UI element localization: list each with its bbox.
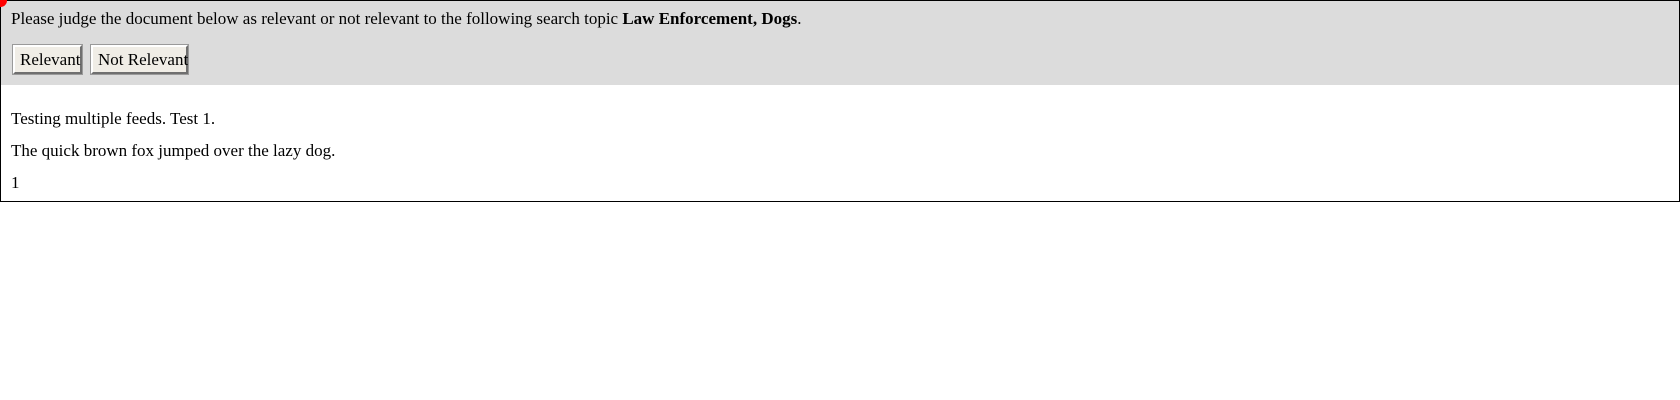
relevant-button[interactable]: Relevant bbox=[12, 44, 83, 75]
prompt-suffix: . bbox=[797, 9, 802, 28]
document-body: The quick brown fox jumped over the lazy… bbox=[11, 141, 336, 160]
search-topic: Law Enforcement, Dogs bbox=[622, 9, 798, 28]
judgment-panel: Please judge the document below as relev… bbox=[0, 0, 1680, 86]
not-relevant-button[interactable]: Not Relevant bbox=[90, 44, 189, 75]
document-panel: Testing multiple feeds. Test 1. The quic… bbox=[0, 85, 1680, 202]
judgment-prompt: Please judge the document below as relev… bbox=[11, 9, 801, 29]
document-title: Testing multiple feeds. Test 1. bbox=[11, 109, 216, 128]
document-id: 1 bbox=[11, 173, 20, 192]
prompt-text: Please judge the document below as relev… bbox=[11, 9, 623, 28]
